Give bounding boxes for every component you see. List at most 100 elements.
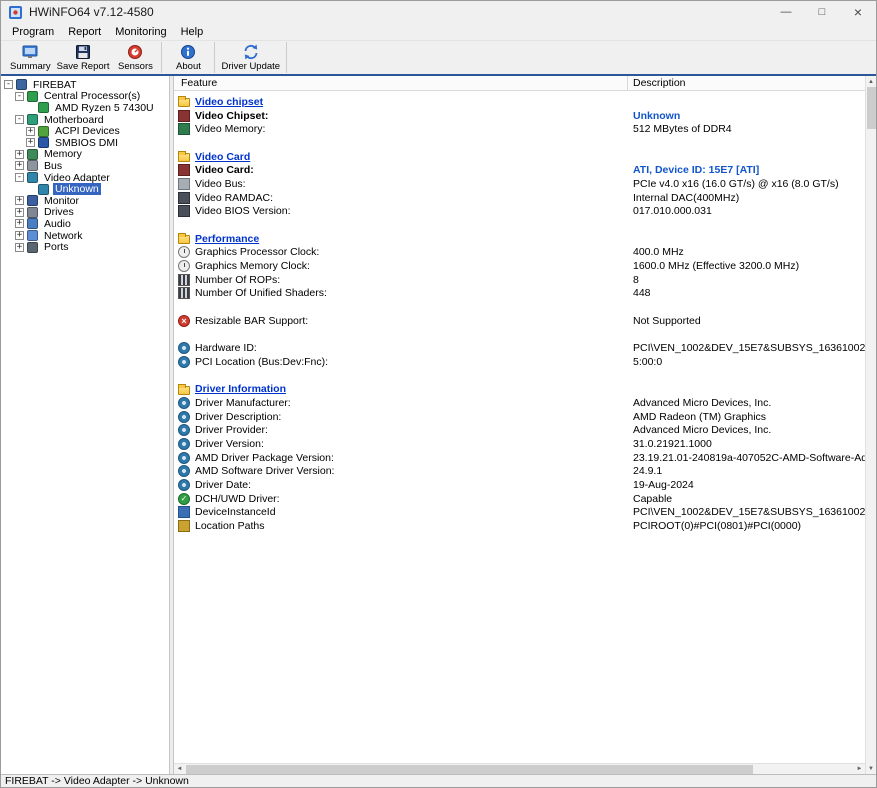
tree-expander-icon[interactable]: + xyxy=(15,219,24,228)
tree-item-label[interactable]: Audio xyxy=(42,218,73,230)
tree-expander-icon[interactable]: + xyxy=(15,196,24,205)
row-video-card[interactable]: Video Card: ATI, Device ID: 15E7 [ATI] xyxy=(174,163,865,177)
row-driver-manufacturer[interactable]: Driver Manufacturer: Advanced Micro Devi… xyxy=(174,396,865,410)
column-header-feature[interactable]: Feature xyxy=(174,76,628,90)
feature-label: Driver Provider: xyxy=(195,424,268,436)
section-video-card[interactable]: Video Card xyxy=(174,150,865,164)
tree-item-monitor[interactable]: + Monitor xyxy=(1,195,169,207)
tree-item-amd-ryzen-5-7430u[interactable]: AMD Ryzen 5 7430U xyxy=(1,102,169,114)
tree-item-label[interactable]: Drives xyxy=(42,207,76,219)
tree-expander-icon[interactable]: + xyxy=(15,231,24,240)
tree-item-label[interactable]: FIREBAT xyxy=(31,79,79,91)
about-button[interactable]: About xyxy=(165,42,211,73)
tree-item-central-processor-s[interactable]: - Central Processor(s) xyxy=(1,91,169,103)
row-number-of-unified-shaders[interactable]: Number Of Unified Shaders: 448 xyxy=(174,287,865,301)
tree-item-label[interactable]: ACPI Devices xyxy=(53,125,122,137)
tree-item-audio[interactable]: + Audio xyxy=(1,218,169,230)
tree-item-label[interactable]: SMBIOS DMI xyxy=(53,137,120,149)
scroll-right-icon[interactable]: ► xyxy=(854,764,865,775)
section-video-chipset[interactable]: Video chipset xyxy=(174,95,865,109)
gear-icon xyxy=(178,411,190,423)
row-video-bios-version[interactable]: Video BIOS Version: 017.010.000.031 xyxy=(174,205,865,219)
menu-monitoring[interactable]: Monitoring xyxy=(108,25,173,39)
row-location-paths[interactable]: Location Paths PCIROOT(0)#PCI(0801)#PCI(… xyxy=(174,519,865,533)
tree-item-label[interactable]: Network xyxy=(42,230,85,242)
tree-item-label[interactable]: Central Processor(s) xyxy=(42,91,142,103)
vertical-scroll-thumb[interactable] xyxy=(867,87,876,129)
summary-button[interactable]: Summary xyxy=(7,42,54,73)
tree-expander-icon[interactable]: + xyxy=(26,127,35,136)
tree-expander-icon[interactable]: + xyxy=(15,150,24,159)
row-number-of-rops[interactable]: Number Of ROPs: 8 xyxy=(174,273,865,287)
folder-icon xyxy=(178,235,190,244)
row-pci-location-bus-dev-fnc[interactable]: PCI Location (Bus:Dev:Fnc): 5:00:0 xyxy=(174,355,865,369)
tree-item-label[interactable]: Unknown xyxy=(53,183,101,195)
tree-item-network[interactable]: + Network xyxy=(1,230,169,242)
folder-icon xyxy=(178,153,190,162)
tree-item-drives[interactable]: + Drives xyxy=(1,207,169,219)
menu-report[interactable]: Report xyxy=(61,25,108,39)
tree-item-memory[interactable]: + Memory xyxy=(1,149,169,161)
close-button[interactable]: × xyxy=(840,1,876,23)
section-driver-information[interactable]: Driver Information xyxy=(174,382,865,396)
tree-item-label[interactable]: Ports xyxy=(42,241,71,253)
tree-expander-icon[interactable]: + xyxy=(15,208,24,217)
tree-expander-icon[interactable]: - xyxy=(15,115,24,124)
scroll-up-icon[interactable]: ▲ xyxy=(866,76,877,87)
row-dch-uwd-driver[interactable]: DCH/UWD Driver: Capable xyxy=(174,492,865,506)
sensors-button[interactable]: Sensors xyxy=(112,42,158,73)
row-graphics-memory-clock[interactable]: Graphics Memory Clock: 1600.0 MHz (Effec… xyxy=(174,259,865,273)
row-video-bus[interactable]: Video Bus: PCIe v4.0 x16 (16.0 GT/s) @ x… xyxy=(174,177,865,191)
feature-label: DeviceInstanceId xyxy=(195,506,276,518)
row-amd-driver-package-version[interactable]: AMD Driver Package Version: 23.19.21.01-… xyxy=(174,451,865,465)
driver-update-button[interactable]: Driver Update xyxy=(218,42,283,73)
row-hardware-id[interactable]: Hardware ID: PCI\VEN_1002&DEV_15E7&SUBSY… xyxy=(174,341,865,355)
row-video-memory[interactable]: Video Memory: 512 MBytes of DDR4 xyxy=(174,122,865,136)
maximize-button[interactable]: □ xyxy=(804,1,840,23)
scroll-down-icon[interactable]: ▼ xyxy=(866,763,877,774)
row-driver-provider[interactable]: Driver Provider: Advanced Micro Devices,… xyxy=(174,424,865,438)
row-graphics-processor-clock[interactable]: Graphics Processor Clock: 400.0 MHz xyxy=(174,246,865,260)
vertical-scrollbar[interactable]: ▲ ▼ xyxy=(865,76,876,774)
tree-expander-icon[interactable]: - xyxy=(4,80,13,89)
tree-item-label[interactable]: Motherboard xyxy=(42,114,106,126)
row-resizable-bar-support[interactable]: Resizable BAR Support: Not Supported xyxy=(174,314,865,328)
row-driver-date[interactable]: Driver Date: 19-Aug-2024 xyxy=(174,478,865,492)
row-video-chipset[interactable]: Video Chipset: Unknown xyxy=(174,109,865,123)
section-performance[interactable]: Performance xyxy=(174,232,865,246)
row-driver-description[interactable]: Driver Description: AMD Radeon (TM) Grap… xyxy=(174,410,865,424)
row-video-ramdac[interactable]: Video RAMDAC: Internal DAC(400MHz) xyxy=(174,191,865,205)
tree-item-label[interactable]: Memory xyxy=(42,149,84,161)
horizontal-scrollbar[interactable]: ◄ ► xyxy=(174,763,865,774)
tree-expander-icon[interactable]: + xyxy=(15,243,24,252)
menu-help[interactable]: Help xyxy=(174,25,211,39)
menu-program[interactable]: Program xyxy=(5,25,61,39)
tree-expander-icon[interactable]: + xyxy=(26,138,35,147)
tree-expander-icon[interactable]: - xyxy=(15,92,24,101)
tree-item-label[interactable]: AMD Ryzen 5 7430U xyxy=(53,102,156,114)
tree-item-label[interactable]: Monitor xyxy=(42,195,81,207)
tree-item-video-adapter[interactable]: - Video Adapter xyxy=(1,172,169,184)
tree-item-label[interactable]: Video Adapter xyxy=(42,172,112,184)
tree-item-ports[interactable]: + Ports xyxy=(1,241,169,253)
about-label: About xyxy=(176,61,201,72)
tree-item-motherboard[interactable]: - Motherboard xyxy=(1,114,169,126)
tree-expander-icon[interactable]: + xyxy=(15,161,24,170)
row-deviceinstanceid[interactable]: DeviceInstanceId PCI\VEN_1002&DEV_15E7&S… xyxy=(174,506,865,520)
tree-item-acpi-devices[interactable]: + ACPI Devices xyxy=(1,125,169,137)
tree-item-unknown[interactable]: Unknown xyxy=(1,183,169,195)
feature-value: Not Supported xyxy=(628,315,865,327)
row-driver-version[interactable]: Driver Version: 31.0.21921.1000 xyxy=(174,437,865,451)
tree-expander-icon[interactable]: - xyxy=(15,173,24,182)
tree-item-smbios-dmi[interactable]: + SMBIOS DMI xyxy=(1,137,169,149)
column-header-description[interactable]: Description xyxy=(628,77,686,89)
horizontal-scroll-thumb[interactable] xyxy=(186,765,753,774)
row-amd-software-driver-version[interactable]: AMD Software Driver Version: 24.9.1 xyxy=(174,465,865,479)
scroll-left-icon[interactable]: ◄ xyxy=(174,764,185,775)
minimize-button[interactable]: — xyxy=(768,1,804,23)
detail-feature-cell: Driver Provider: xyxy=(174,424,628,436)
tree-item-label[interactable]: Bus xyxy=(42,160,64,172)
save-report-button[interactable]: Save Report xyxy=(54,42,113,73)
tree-item-bus[interactable]: + Bus xyxy=(1,160,169,172)
tree-item-firebat[interactable]: - FIREBAT xyxy=(1,79,169,91)
